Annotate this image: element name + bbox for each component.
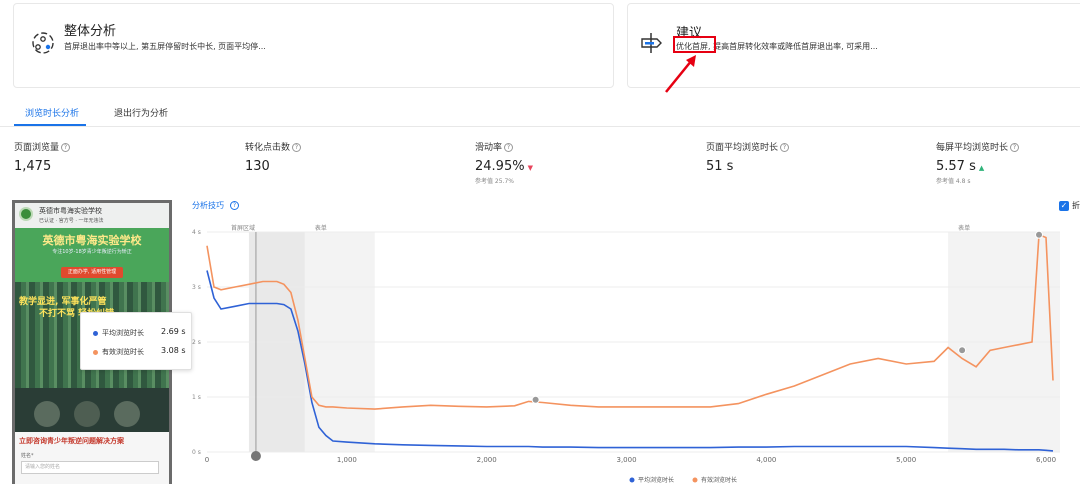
- legend-avg-dot-icon: [629, 477, 635, 483]
- tooltip-row-effective: 有效浏览时长: [93, 347, 144, 357]
- x-tick-label: 1,000: [337, 456, 357, 464]
- help-icon[interactable]: ?: [1010, 143, 1020, 152]
- preview-name-input[interactable]: 请输入您的姓名: [21, 461, 159, 474]
- metric-label: 滑动率: [475, 143, 503, 153]
- metric-scroll-rate: 滑动率? 24.95% ▼ 参考值 25.7%: [475, 140, 533, 185]
- metric-value: 51 s: [706, 159, 734, 174]
- annotation-marker-icon: [958, 346, 967, 355]
- preview-cta: 立即咨询青少年叛逆问题解决方案: [19, 437, 124, 445]
- preview-header: 英德市粤海实验学校 已认证 · 官方号 · 一年无违法: [15, 203, 169, 228]
- annotation-marker-icon: [1035, 230, 1044, 239]
- avg-dot-icon: [93, 330, 98, 336]
- analysis-tip-label: 分析技巧: [192, 201, 224, 210]
- metric-value: 130: [245, 159, 270, 174]
- y-tick-label: 4 s: [192, 229, 201, 236]
- preview-form: 立即咨询青少年叛逆问题解决方案 姓名* 请输入您的姓名: [15, 432, 169, 484]
- x-tick-label: 2,000: [477, 456, 497, 464]
- metric-value: 5.57 s: [936, 159, 976, 174]
- trend-up-icon: ▲: [978, 164, 985, 172]
- x-tick-label: 3,000: [616, 456, 636, 464]
- x-tick-label: 0: [205, 456, 209, 464]
- analysis-icon: [30, 30, 56, 56]
- fold-checkbox[interactable]: ✓: [1059, 201, 1069, 211]
- help-icon[interactable]: ?: [230, 201, 239, 210]
- analysis-tabs: 浏览时长分析 退出行为分析: [0, 100, 1080, 127]
- metric-label: 转化点击数: [245, 143, 291, 153]
- region-label: 表单: [958, 224, 970, 232]
- y-tick-label: 2 s: [192, 339, 201, 346]
- x-tick-label: 4,000: [756, 456, 776, 464]
- metric-page-views: 页面浏览量? 1,475: [14, 140, 71, 174]
- overall-analysis-title: 整体分析: [64, 24, 117, 39]
- metric-value: 24.95%: [475, 159, 525, 174]
- y-tick-label: 3 s: [192, 284, 201, 291]
- help-icon[interactable]: ?: [61, 143, 71, 152]
- metric-avg-page-duration: 页面平均浏览时长? 51 s: [706, 140, 790, 174]
- metric-reference: 参考值 4.8 s: [936, 178, 971, 185]
- help-icon[interactable]: ?: [780, 143, 790, 152]
- help-icon[interactable]: ?: [292, 143, 302, 152]
- metric-label: 每屏平均浏览时长: [936, 143, 1009, 153]
- tab-browse-duration[interactable]: 浏览时长分析: [25, 106, 79, 119]
- cursor-handle-icon: [250, 451, 261, 461]
- trend-down-icon: ▼: [527, 164, 533, 172]
- metric-label: 页面平均浏览时长: [706, 143, 779, 153]
- tooltip-label: 有效浏览时长: [102, 348, 144, 356]
- preview-subtitle: 专注10岁-18岁青少年叛逆行为矫正: [52, 249, 132, 255]
- metric-reference: 参考值 25.7%: [475, 178, 514, 185]
- red-arrow-icon: [665, 55, 696, 93]
- legend-effective-label: 有效浏览时长: [701, 476, 737, 484]
- y-tick-label: 0 s: [192, 449, 201, 456]
- overall-analysis-desc: 首屏退出率中等以上, 第五屏停留时长中长, 页面平均停...: [64, 42, 266, 51]
- chart-tooltip: 平均浏览时长 2.69 s 有效浏览时长 3.08 s: [80, 312, 192, 370]
- metric-label: 页面浏览量: [14, 143, 60, 153]
- preview-photo-strip: [15, 388, 169, 432]
- fold-checkbox-label: 折: [1072, 201, 1080, 210]
- preview-pill: 正面办学, 适用性管理: [61, 267, 123, 278]
- x-tick-label: 5,000: [896, 456, 916, 464]
- preview-school-name: 英德市粤海实验学校: [39, 207, 102, 215]
- metric-avg-screen-duration: 每屏平均浏览时长? 5.57 s ▲ 参考值 4.8 s: [936, 140, 1020, 185]
- y-tick-label: 1 s: [192, 394, 201, 401]
- tooltip-row-avg: 平均浏览时长: [93, 328, 144, 338]
- school-logo-icon: [19, 207, 33, 221]
- preview-tags: 已认证 · 官方号 · 一年无违法: [39, 218, 104, 224]
- help-icon[interactable]: ?: [504, 143, 514, 152]
- x-tick-label: 6,000: [1036, 456, 1056, 464]
- overall-analysis-card[interactable]: 整体分析 首屏退出率中等以上, 第五屏停留时长中长, 页面平均停...: [13, 3, 614, 88]
- annotation-marker-icon: [531, 395, 540, 404]
- preview-form-label: 姓名*: [21, 453, 34, 459]
- analysis-tip-link[interactable]: 分析技巧?: [192, 200, 239, 211]
- active-tab-indicator: [14, 124, 86, 126]
- region-label: 首屏区域: [231, 224, 255, 232]
- tooltip-label: 平均浏览时长: [102, 329, 144, 337]
- effective-dot-icon: [93, 349, 98, 355]
- duration-line-chart[interactable]: 首屏区域 表单 表单 0 s 1 s 2 s 3 s 4 s 0 1,000 2,000 3,000 4…: [180, 220, 1080, 486]
- region-label: 表单: [315, 224, 327, 232]
- tab-exit-behavior[interactable]: 退出行为分析: [114, 106, 168, 119]
- legend-avg-label: 平均浏览时长: [638, 476, 674, 484]
- metric-conversion-clicks: 转化点击数? 130: [245, 140, 302, 174]
- legend-effective-dot-icon: [692, 477, 698, 483]
- preview-banner: 英德市粤海实验学校: [42, 234, 142, 247]
- metric-value: 1,475: [14, 159, 52, 174]
